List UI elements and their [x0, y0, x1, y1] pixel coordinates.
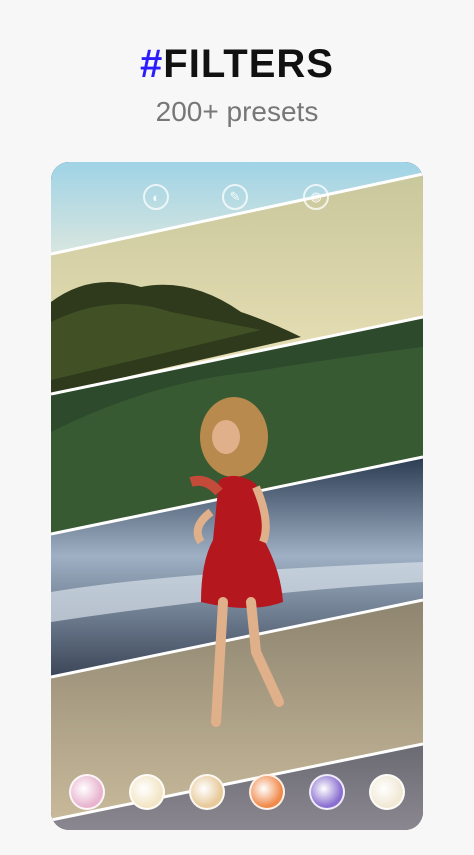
- hash-symbol: #: [140, 42, 164, 86]
- filter-swatch-row: [51, 774, 423, 814]
- filter-swatch[interactable]: [189, 774, 225, 810]
- subtitle: 200+ presets: [155, 96, 319, 127]
- contrast-icon[interactable]: ◐: [143, 184, 169, 210]
- filtered-photo: [51, 162, 423, 830]
- filter-swatch[interactable]: [249, 774, 285, 810]
- page-title: #FILTERS: [0, 42, 474, 87]
- filter-swatch[interactable]: [129, 774, 165, 810]
- brush-icon[interactable]: ✎: [222, 184, 248, 210]
- filter-swatch[interactable]: [369, 774, 405, 810]
- filter-swatch[interactable]: [69, 774, 105, 810]
- adjust-icon[interactable]: ◍: [303, 184, 329, 210]
- title-text: FILTERS: [163, 42, 334, 86]
- phone-preview: ◐ ✎ ◍: [51, 162, 423, 830]
- filter-swatch[interactable]: [309, 774, 345, 810]
